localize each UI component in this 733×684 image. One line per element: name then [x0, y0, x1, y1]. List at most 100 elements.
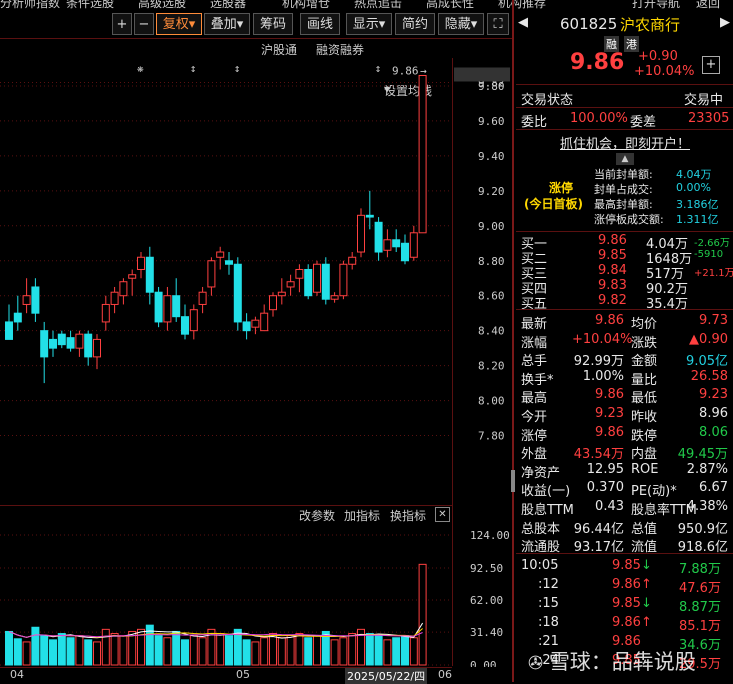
bid-price[interactable]: 9.82 [598, 293, 627, 308]
candlestick-chart[interactable]: 9.829.809.609.409.209.008.808.608.408.20… [0, 60, 512, 500]
candle-body [330, 295, 339, 300]
menu-item[interactable]: 条件选股 [66, 0, 114, 10]
price-tick-label: 8.40 [478, 325, 505, 338]
panel-divider[interactable] [512, 0, 514, 682]
draw-button[interactable]: 画线 [300, 13, 340, 35]
nav-right-icon[interactable]: ▶ [720, 15, 730, 30]
candle [383, 229, 392, 258]
volume-bar [5, 630, 13, 666]
zoom-in-button[interactable]: + [112, 13, 132, 35]
candle-body [110, 291, 119, 305]
candle-body [66, 337, 75, 349]
bid-price[interactable]: 9.86 [598, 233, 627, 248]
candle-body [101, 303, 110, 323]
volume-bar [189, 635, 198, 666]
menu-item[interactable]: 机构增仓 [282, 0, 330, 10]
divider [516, 553, 733, 554]
price-change: +0.90 [638, 49, 678, 64]
current-price-highlight [454, 67, 510, 82]
stat-value: 6.67 [699, 480, 728, 496]
zoom-out-button[interactable]: − [134, 13, 154, 35]
menu-item[interactable]: 高成长性 [426, 0, 474, 10]
last-price: 9.86 [570, 50, 625, 75]
divider [516, 231, 733, 232]
volume-chart[interactable]: 124.00 92.50 62.00 31.40 0.00 [0, 525, 512, 667]
stat-value: 950.9亿 [677, 521, 728, 537]
bid-price[interactable]: 9.83 [598, 278, 627, 293]
overlay-dropdown[interactable]: 叠加▾ [204, 13, 250, 35]
volume-bar [286, 635, 295, 666]
watermark: ✇ 雪球：品犇说股 [528, 646, 696, 676]
stat-value: 8.06 [699, 424, 728, 440]
menu-item[interactable]: 打开导航 [632, 0, 680, 10]
arrow-right-icon: → [420, 64, 427, 77]
add-indicator-button[interactable]: 加指标 [344, 507, 380, 524]
stat-label: 均价 [631, 317, 658, 332]
volume-bar [75, 635, 84, 666]
candle-body [348, 256, 357, 265]
chips-button[interactable]: 筹码 [253, 13, 293, 35]
last-price-tag: 9.86 [392, 64, 419, 77]
menu-item[interactable]: 热点追击 [354, 0, 402, 10]
candle-body [242, 321, 251, 332]
volume-bar [330, 639, 339, 666]
limit-subtitle: (今日首板) [524, 197, 583, 211]
volume-bar [216, 633, 225, 666]
bid-change: -2.66万 [694, 238, 730, 249]
menu-item[interactable]: 机构推荐 [498, 0, 546, 10]
display-label: 显示 [352, 17, 379, 32]
hgt-link[interactable]: 沪股通 [261, 41, 297, 58]
add-watchlist-icon[interactable]: + [702, 56, 720, 74]
bid-price[interactable]: 9.85 [598, 248, 627, 263]
volume-bar [348, 633, 357, 666]
simple-button[interactable]: 简约 [395, 13, 435, 35]
candle [31, 278, 40, 322]
candle-body [392, 239, 401, 248]
display-dropdown[interactable]: 显示▾ [346, 13, 392, 35]
switch-indicator-button[interactable]: 换指标 [390, 507, 426, 524]
nav-left-icon[interactable]: ◀ [518, 15, 528, 30]
volume-bar [119, 635, 128, 666]
bid-price[interactable]: 9.84 [598, 263, 627, 278]
volume-bar [401, 635, 409, 666]
menu-item[interactable]: 高级选股 [138, 0, 186, 10]
chevron-down-icon: ▾ [236, 17, 244, 32]
candle-body [304, 268, 313, 297]
promo-link[interactable]: 抓住机会，即刻开户！ [560, 133, 690, 152]
frame-line [0, 505, 452, 506]
event-marker-icon[interactable]: ↕ [375, 62, 382, 75]
margin-link[interactable]: 融资融券 [316, 41, 364, 58]
stat-label: 收益(一) [521, 484, 571, 500]
stat-value: 49.45万 [677, 447, 728, 463]
change-params-button[interactable]: 改参数 [299, 507, 335, 524]
stat-value: 0.43 [595, 499, 624, 514]
candle-body [216, 251, 225, 258]
arrow-up-icon: ↑ [641, 615, 652, 630]
menu-item[interactable]: 选股器 [210, 0, 246, 10]
collapse-icon[interactable]: ▲ [616, 153, 634, 165]
stat-label: 最高 [521, 391, 548, 407]
menu-item[interactable]: 返回 [696, 0, 720, 10]
hide-dropdown[interactable]: 隐藏▾ [438, 13, 484, 35]
price-tick-label: 8.20 [478, 360, 505, 373]
candle [392, 229, 401, 253]
adjust-dropdown[interactable]: 复权▾ [156, 13, 202, 35]
volume-bar [304, 637, 313, 666]
candle [251, 316, 260, 335]
candle-body [339, 263, 348, 297]
menu-item[interactable]: 分析师指数 [0, 0, 60, 10]
volume-tick-label: 124.00 [470, 529, 510, 542]
close-icon[interactable]: ✕ [435, 507, 450, 522]
volume-bar [172, 630, 181, 666]
volume-tick-label: 92.50 [470, 562, 503, 575]
price-tick-label: 9.80 [478, 80, 505, 93]
trade-status-label: 交易状态 [521, 93, 574, 108]
event-marker-icon[interactable]: ↕ [190, 62, 197, 75]
tick-volume: 7.88万 [679, 562, 721, 577]
candle-body [233, 263, 242, 323]
fullscreen-icon[interactable]: ⛶ [487, 13, 509, 35]
limit-label: 最高封单额: [594, 198, 653, 211]
event-marker-icon[interactable]: ❋ [137, 62, 144, 75]
event-marker-icon[interactable]: ↕ [234, 62, 241, 75]
volume-bar [110, 633, 119, 666]
